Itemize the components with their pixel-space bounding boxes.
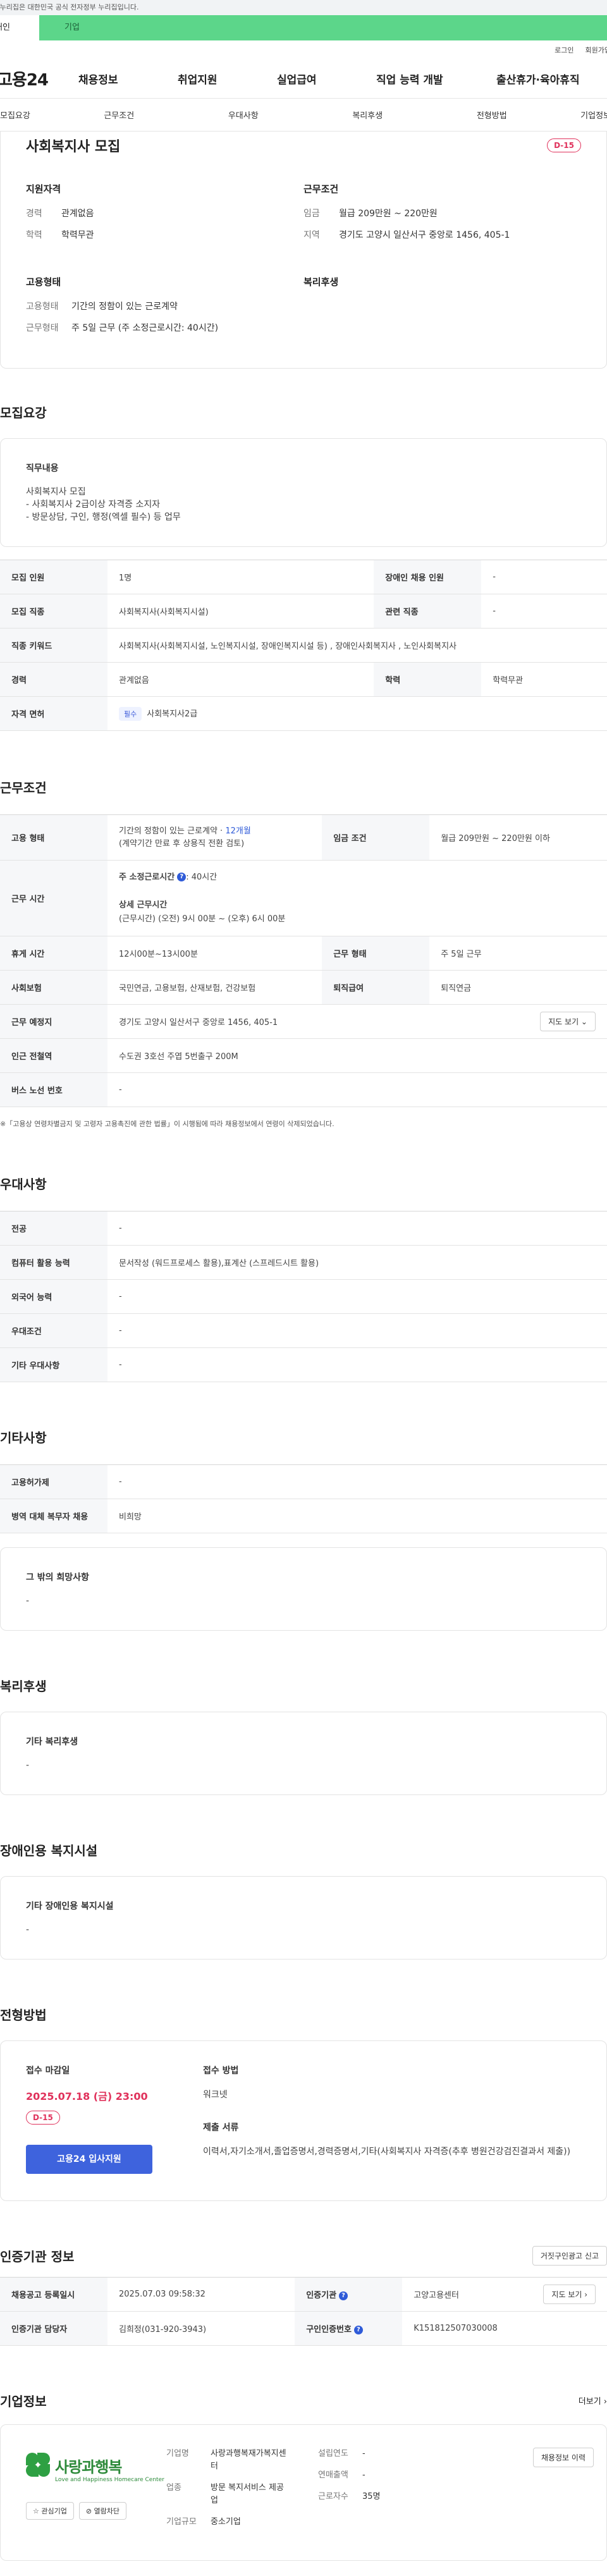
company-box: 사랑과행복 Love and Happiness Homecare Center… [0,2424,607,2561]
other-table: 고용허가제 - 병역 대체 복무자 채용 비희망 [0,1464,607,1533]
job-title: 사회복지사 모집 [26,139,121,155]
pref-table: 전공 - 컴퓨터 활용 능력 문서작성 (워드프로세스 활용),표계산 (스프레드시… [0,1211,607,1382]
company-title: 기업정보 [0,2393,47,2409]
recruit-title: 모집요강 [0,405,47,420]
help-icon[interactable]: ? [177,873,187,881]
help-icon[interactable]: ? [339,2291,348,2300]
summary-card: 사회복지사 모집 D-15 지원자격 경력 관계없음 학력 학력무관 근무조건 임금… [0,132,607,369]
other-section: 기타사항 고용허가제 - 병역 대체 복무자 채용 비희망 그 밖의 희망사항 - [0,1382,607,1631]
util-links: 로그인 회원가입 [0,40,607,59]
company-more-link[interactable]: 더보기 › [579,2395,607,2407]
welfare-box: 기타 복리후생 - [0,1712,607,1795]
gnb-item-parental-leave[interactable]: 출산휴가·육아휴직 [496,71,580,87]
dday-badge: D-15 [547,138,581,152]
agency-section: 인증기관 정보 거짓구인광고 신고 채용공고 등록일시 2025.07.03 09… [0,2201,607,2346]
welfare-section: 복리후생 기타 복리후생 - [0,1631,607,1795]
recruit-section: 모집요강 직무내용 사회복지사 모집 - 사회복지사 2급이상 자격증 소지자 … [0,369,607,731]
company-jobs-history-button[interactable]: 채용정보 이력 [532,2448,594,2467]
gnb-item-employment-support[interactable]: 취업지원 [178,71,277,87]
pref-title: 우대사항 [0,1176,47,1192]
process-section: 전형방법 접수 마감일 2025.07.18 (금) 23:00 D-15 고용… [0,1960,607,2201]
required-tag: 필수 [119,706,142,721]
gnb-item-job-training[interactable]: 직업 능력 개발 [376,71,496,87]
agency-table: 채용공고 등록일시 2025.07.03 09:58:32 인증기관? 고양고용센… [0,2277,607,2346]
other-title: 기타사항 [0,1430,47,1445]
signup-link[interactable]: 회원가입 [586,45,607,55]
user-type-tabs: 개인 기업 [0,15,607,40]
map-view-button[interactable]: 지도 보기 ⌄ [540,1012,596,1031]
gov-notice-bar: 이 누리집은 대한민국 공식 전자정부 누리집입니다. [0,0,607,15]
summary-welfare: 복리후생 [304,276,339,288]
favorite-company-button[interactable]: ☆ 관심기업 [26,2502,74,2520]
summary-employment: 고용형태 고용형태 기간의 정함이 있는 근로계약 근무형태 주 5일 근무 (주 … [26,276,219,333]
pref-section: 우대사항 전공 - 컴퓨터 활용 능력 문서작성 (워드프로세스 활용),표계산 (… [0,1129,607,1382]
tab-personal[interactable]: 개인 [0,15,39,40]
agency-title: 인증기관 정보 [0,2248,75,2264]
block-company-button[interactable]: ⊘ 열람차단 [78,2502,127,2520]
company-logo: 사랑과행복 Love and Happiness Homecare Center [26,2448,166,2489]
summary-qualification: 지원자격 경력 관계없음 학력 학력무관 [26,183,94,240]
work-title: 근무조건 [0,780,47,795]
required-docs: 이력서,자기소개서,졸업증명서,경력증명서,기타(사회복지사 자격증(추후 병원… [203,2147,571,2157]
age-notice: ※「고용상 연령차별금지 및 고령자 고용촉진에 관한 법률」이 시행됨에 따라… [0,1120,334,1128]
work-table: 고용 형태 기간의 정함이 있는 근로계약 · 12개월 (계약기간 만료 후 상… [0,814,607,1107]
recruit-table: 모집 인원 1명 장애인 채용 인원 - 모집 직종 사회복지사(사회복지시설) 관련… [0,560,607,731]
section-tab-pref[interactable]: 우대사항 [181,109,306,121]
process-title: 전형방법 [0,2007,47,2023]
work-section: 근무조건 고용 형태 기간의 정함이 있는 근로계약 · 12개월 (계약기간 만… [0,731,607,1129]
tab-company[interactable]: 기업 [39,15,607,40]
duty-box: 직무내용 사회복지사 모집 - 사회복지사 2급이상 자격증 소지자 - 방문상… [0,438,607,547]
apply-button[interactable]: 고용24 입사지원 [26,2145,152,2174]
gnb-item-unemployment-benefit[interactable]: 실업급여 [277,71,376,87]
company-section: 기업정보 더보기 › 사랑과행복 Love and Happiness Home… [0,2346,607,2576]
help-icon[interactable]: ? [353,2325,363,2334]
section-tab-company[interactable]: 기업정보 [554,109,607,121]
agency-map-button[interactable]: 지도 보기 › [543,2285,596,2304]
wish-box: 그 밖의 희망사항 - [0,1547,607,1631]
facility-title: 장애인용 복지시설 [0,1843,98,1858]
process-box: 접수 마감일 2025.07.18 (금) 23:00 D-15 고용24 입사… [0,2040,607,2201]
section-tab-recruit[interactable]: 모집요강 [0,109,57,121]
deadline-date: 2025.07.18 (금) 23:00 [26,2090,148,2102]
welfare-title: 복리후생 [0,1678,47,1694]
section-tab-process[interactable]: 전형방법 [430,109,555,121]
gov-notice: 이 누리집은 대한민국 공식 전자정부 누리집입니다. [0,3,139,11]
facility-section: 장애인용 복지시설 기타 장애인용 복지시설 - [0,1795,607,1960]
section-tab-work[interactable]: 근무조건 [57,109,181,121]
section-tab-welfare[interactable]: 복리후생 [305,109,430,121]
deadline-dday-badge: D-15 [26,2111,60,2125]
section-nav: 모집요강 근무조건 우대사항 복리후생 전형방법 기업정보 [0,99,607,132]
facility-box: 기타 장애인용 복지시설 - [0,1876,607,1960]
summary-conditions: 근무조건 임금 월급 209만원 ~ 220만원 지역 경기도 고양시 일산서구 중… [304,183,510,240]
site-logo[interactable]: 고용24 [0,67,78,90]
duty-content: 사회복지사 모집 - 사회복지사 2급이상 자격증 소지자 - 방문상담, 구인… [26,487,181,522]
global-nav: 고용24 채용정보 취업지원 실업급여 직업 능력 개발 출산휴가·육아휴직 [0,59,607,99]
clover-icon [26,2453,51,2484]
login-link[interactable]: 로그인 [555,45,573,55]
gnb-item-jobs[interactable]: 채용정보 [78,71,178,87]
report-false-ad-button[interactable]: 거짓구인광고 신고 [532,2245,607,2266]
